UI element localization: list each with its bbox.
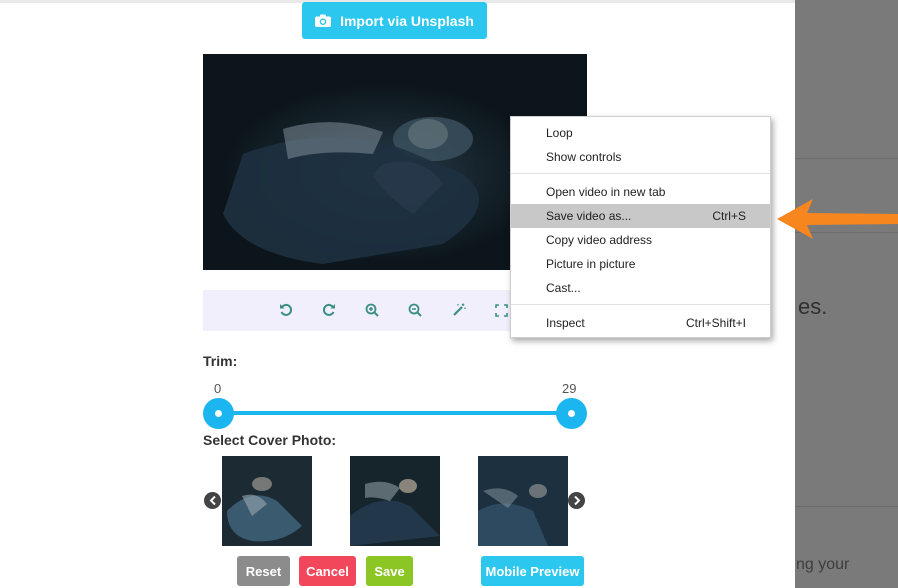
background-text-fragment: es.	[798, 294, 828, 319]
backdrop-divider	[795, 158, 898, 159]
menu-item-save-video-as[interactable]: Save video as... Ctrl+S	[511, 204, 770, 228]
trim-start-handle[interactable]	[203, 398, 234, 429]
trim-start-value: 0	[214, 381, 222, 396]
camera-icon	[315, 14, 332, 27]
cover-next-arrow[interactable]	[568, 492, 585, 509]
menu-item-shortcut: Ctrl+Shift+I	[685, 316, 746, 330]
menu-item-label: Save video as...	[546, 209, 632, 223]
trim-end-value: 29	[562, 381, 577, 396]
video-context-menu: Loop Show controls Open video in new tab…	[510, 116, 771, 338]
menu-item-label: Picture in picture	[546, 257, 636, 271]
annotation-arrow-icon	[775, 197, 898, 246]
menu-separator	[511, 173, 770, 174]
cover-thumbnail[interactable]	[350, 456, 440, 546]
trim-slider-track[interactable]	[218, 411, 571, 415]
menu-item-cast[interactable]: Cast...	[511, 276, 770, 300]
cover-prev-arrow[interactable]	[204, 492, 221, 509]
trim-end-handle[interactable]	[556, 398, 587, 429]
menu-item-label: Inspect	[546, 316, 585, 330]
menu-item-copy-video-address[interactable]: Copy video address	[511, 228, 770, 252]
menu-item-picture-in-picture[interactable]: Picture in picture	[511, 252, 770, 276]
rotate-right-icon[interactable]	[319, 300, 339, 320]
import-unsplash-button[interactable]: Import via Unsplash	[302, 2, 487, 39]
menu-item-label: Copy video address	[546, 233, 653, 247]
menu-item-label: Cast...	[546, 281, 581, 295]
background-text-fragment: ng your	[796, 556, 850, 573]
rotate-left-icon[interactable]	[276, 300, 296, 320]
cancel-button[interactable]: Cancel	[299, 556, 356, 586]
reset-button[interactable]: Reset	[237, 556, 290, 586]
menu-item-show-controls[interactable]: Show controls	[511, 145, 770, 169]
menu-item-open-video-new-tab[interactable]: Open video in new tab	[511, 180, 770, 204]
menu-item-inspect[interactable]: Inspect Ctrl+Shift+I	[511, 311, 770, 335]
fullscreen-icon[interactable]	[491, 300, 511, 320]
menu-item-label: Open video in new tab	[546, 185, 666, 199]
menu-item-label: Show controls	[546, 150, 622, 164]
magic-wand-icon[interactable]	[449, 300, 469, 320]
menu-item-loop[interactable]: Loop	[511, 121, 770, 145]
cover-photo-label: Select Cover Photo:	[203, 432, 337, 448]
zoom-in-icon[interactable]	[362, 300, 382, 320]
mobile-preview-button[interactable]: Mobile Preview	[481, 556, 584, 586]
menu-item-shortcut: Ctrl+S	[712, 209, 746, 223]
zoom-out-icon[interactable]	[405, 300, 425, 320]
import-button-label: Import via Unsplash	[340, 12, 474, 29]
menu-item-label: Loop	[546, 126, 573, 140]
save-button[interactable]: Save	[366, 556, 413, 586]
trim-label: Trim:	[203, 353, 238, 369]
cover-thumbnail[interactable]	[222, 456, 312, 546]
backdrop-divider	[795, 506, 898, 507]
cover-thumbnail[interactable]	[478, 456, 568, 546]
menu-separator	[511, 304, 770, 305]
